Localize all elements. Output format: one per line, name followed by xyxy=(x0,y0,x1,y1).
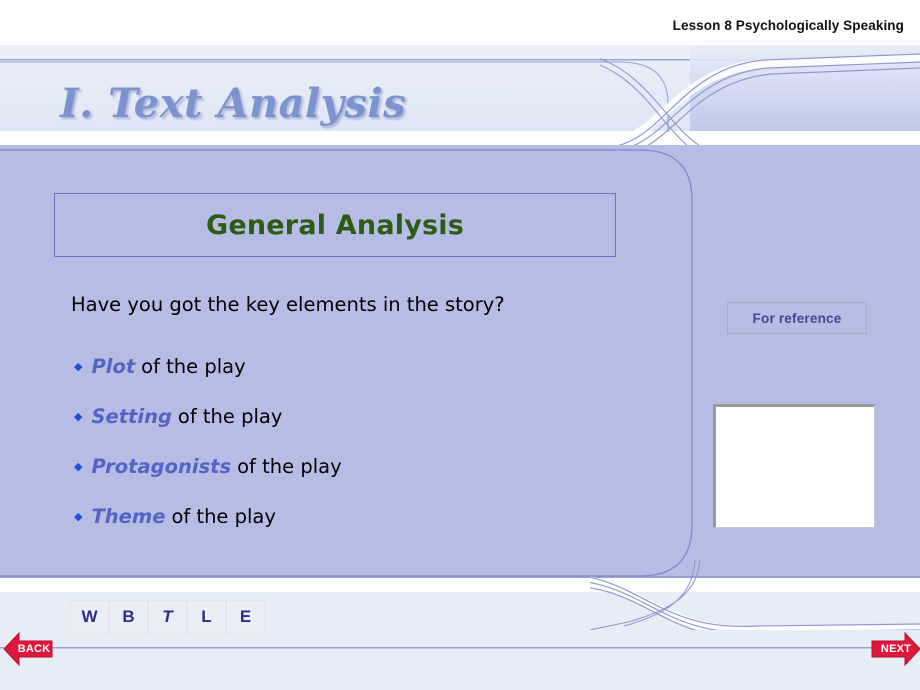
list-item-text: of the play xyxy=(237,455,342,478)
nav-letter-l[interactable]: L xyxy=(187,600,226,634)
general-analysis-label: General Analysis xyxy=(206,209,464,241)
list-item-text: of the play xyxy=(177,405,283,428)
slide-canvas: Lesson 8 Psychologically Speaking I. Tex… xyxy=(0,0,920,690)
question-text: Have you got the key elements in the sto… xyxy=(71,293,505,316)
for-reference-button[interactable]: For reference xyxy=(727,302,867,334)
nav-letter-w[interactable]: W xyxy=(70,600,109,634)
nav-letter-t[interactable]: T xyxy=(148,600,187,634)
page-title: I. Text Analysis xyxy=(60,80,407,127)
key-elements-list: ◆ Plot of the play ◆ Setting of the play… xyxy=(74,355,634,555)
lesson-header-label: Lesson 8 Psychologically Speaking xyxy=(672,18,904,33)
list-item: ◆ Protagonists of the play xyxy=(74,455,634,505)
nav-letter-e[interactable]: E xyxy=(226,600,265,634)
back-button[interactable]: BACK xyxy=(2,628,54,670)
for-reference-label: For reference xyxy=(752,310,842,326)
general-analysis-box: General Analysis xyxy=(54,193,616,257)
section-letter-nav: W B T L E xyxy=(70,600,265,634)
list-item-text: of the play xyxy=(141,355,246,378)
list-item: ◆ Plot of the play xyxy=(74,355,634,405)
diamond-bullet-icon: ◆ xyxy=(74,360,83,373)
list-item-keyword: Plot xyxy=(91,355,136,378)
next-arrow-icon xyxy=(871,631,920,667)
media-placeholder[interactable] xyxy=(713,404,875,528)
next-button[interactable]: NEXT xyxy=(870,628,920,670)
list-item-keyword: Theme xyxy=(91,505,166,528)
list-item-keyword: Setting xyxy=(91,405,172,428)
list-item: ◆ Setting of the play xyxy=(74,405,634,455)
diamond-bullet-icon: ◆ xyxy=(74,510,83,523)
back-arrow-icon xyxy=(3,631,53,667)
list-item-keyword: Protagonists xyxy=(91,455,232,478)
nav-letter-b[interactable]: B xyxy=(109,600,148,634)
diamond-bullet-icon: ◆ xyxy=(74,460,83,473)
diamond-bullet-icon: ◆ xyxy=(74,410,83,423)
list-item: ◆ Theme of the play xyxy=(74,505,634,555)
list-item-text: of the play xyxy=(171,505,276,528)
